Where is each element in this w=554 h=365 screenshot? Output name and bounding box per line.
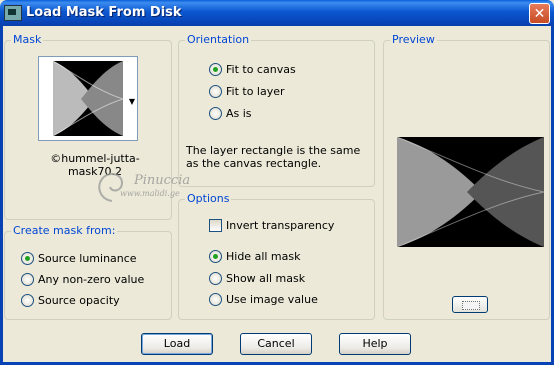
radio-label: Use image value	[226, 292, 318, 306]
mask-selector[interactable]: ▼	[38, 56, 138, 141]
radio-button[interactable]	[209, 84, 222, 98]
orientation-description: The layer rectangle is the same as the c…	[186, 144, 361, 170]
close-button[interactable]: ✕	[529, 3, 550, 24]
checkbox-invert-transparency[interactable]: Invert transparency	[209, 217, 334, 233]
preview-image	[396, 136, 545, 248]
radio-button[interactable]	[209, 62, 222, 76]
checkbox[interactable]	[209, 218, 222, 232]
mask-thumbnail	[53, 61, 123, 136]
mask-group-title: Mask	[11, 33, 44, 46]
radio-button[interactable]	[209, 292, 222, 306]
radio-as-is[interactable]: As is	[209, 105, 252, 121]
radio-label: Show all mask	[226, 271, 306, 285]
radio-button[interactable]	[209, 106, 222, 120]
orientation-title: Orientation	[185, 33, 252, 46]
radio-button[interactable]	[21, 293, 34, 307]
create-mask-title: Create mask from:	[11, 224, 118, 237]
title-bar[interactable]: Load Mask From Disk ✕	[0, 0, 554, 26]
radio-button[interactable]	[21, 251, 34, 265]
radio-label: Source luminance	[38, 251, 137, 265]
radio-label: Any non-zero value	[38, 272, 145, 286]
chevron-down-icon[interactable]: ▼	[129, 97, 135, 106]
radio-hide-all-mask[interactable]: Hide all mask	[209, 248, 300, 264]
window-title: Load Mask From Disk	[26, 5, 182, 20]
radio-any-non-zero[interactable]: Any non-zero value	[21, 271, 144, 287]
radio-label: Fit to layer	[226, 84, 285, 98]
radio-fit-to-layer[interactable]: Fit to layer	[209, 83, 285, 99]
radio-label: Source opacity	[38, 293, 120, 307]
radio-button[interactable]	[209, 271, 222, 285]
radio-fit-to-canvas[interactable]: Fit to canvas	[209, 61, 296, 77]
options-title: Options	[185, 192, 232, 205]
load-button[interactable]: Load	[141, 333, 213, 355]
preview-toggle-button[interactable]	[452, 296, 488, 313]
radio-label: Hide all mask	[226, 249, 301, 263]
radio-source-opacity[interactable]: Source opacity	[21, 292, 120, 308]
radio-label: As is	[226, 106, 252, 120]
checkbox-label: Invert transparency	[226, 218, 335, 232]
radio-label: Fit to canvas	[226, 62, 296, 76]
radio-button[interactable]	[21, 272, 34, 286]
radio-source-luminance[interactable]: Source luminance	[21, 250, 137, 266]
preview-title: Preview	[390, 33, 437, 46]
help-button[interactable]: Help	[339, 333, 411, 355]
mask-name-label: ©hummel-jutta-mask70.2	[50, 152, 140, 178]
cancel-button[interactable]: Cancel	[240, 333, 312, 355]
radio-use-image-value[interactable]: Use image value	[209, 291, 318, 307]
radio-button[interactable]	[209, 249, 222, 263]
radio-show-all-mask[interactable]: Show all mask	[209, 270, 305, 286]
app-icon	[4, 5, 22, 21]
